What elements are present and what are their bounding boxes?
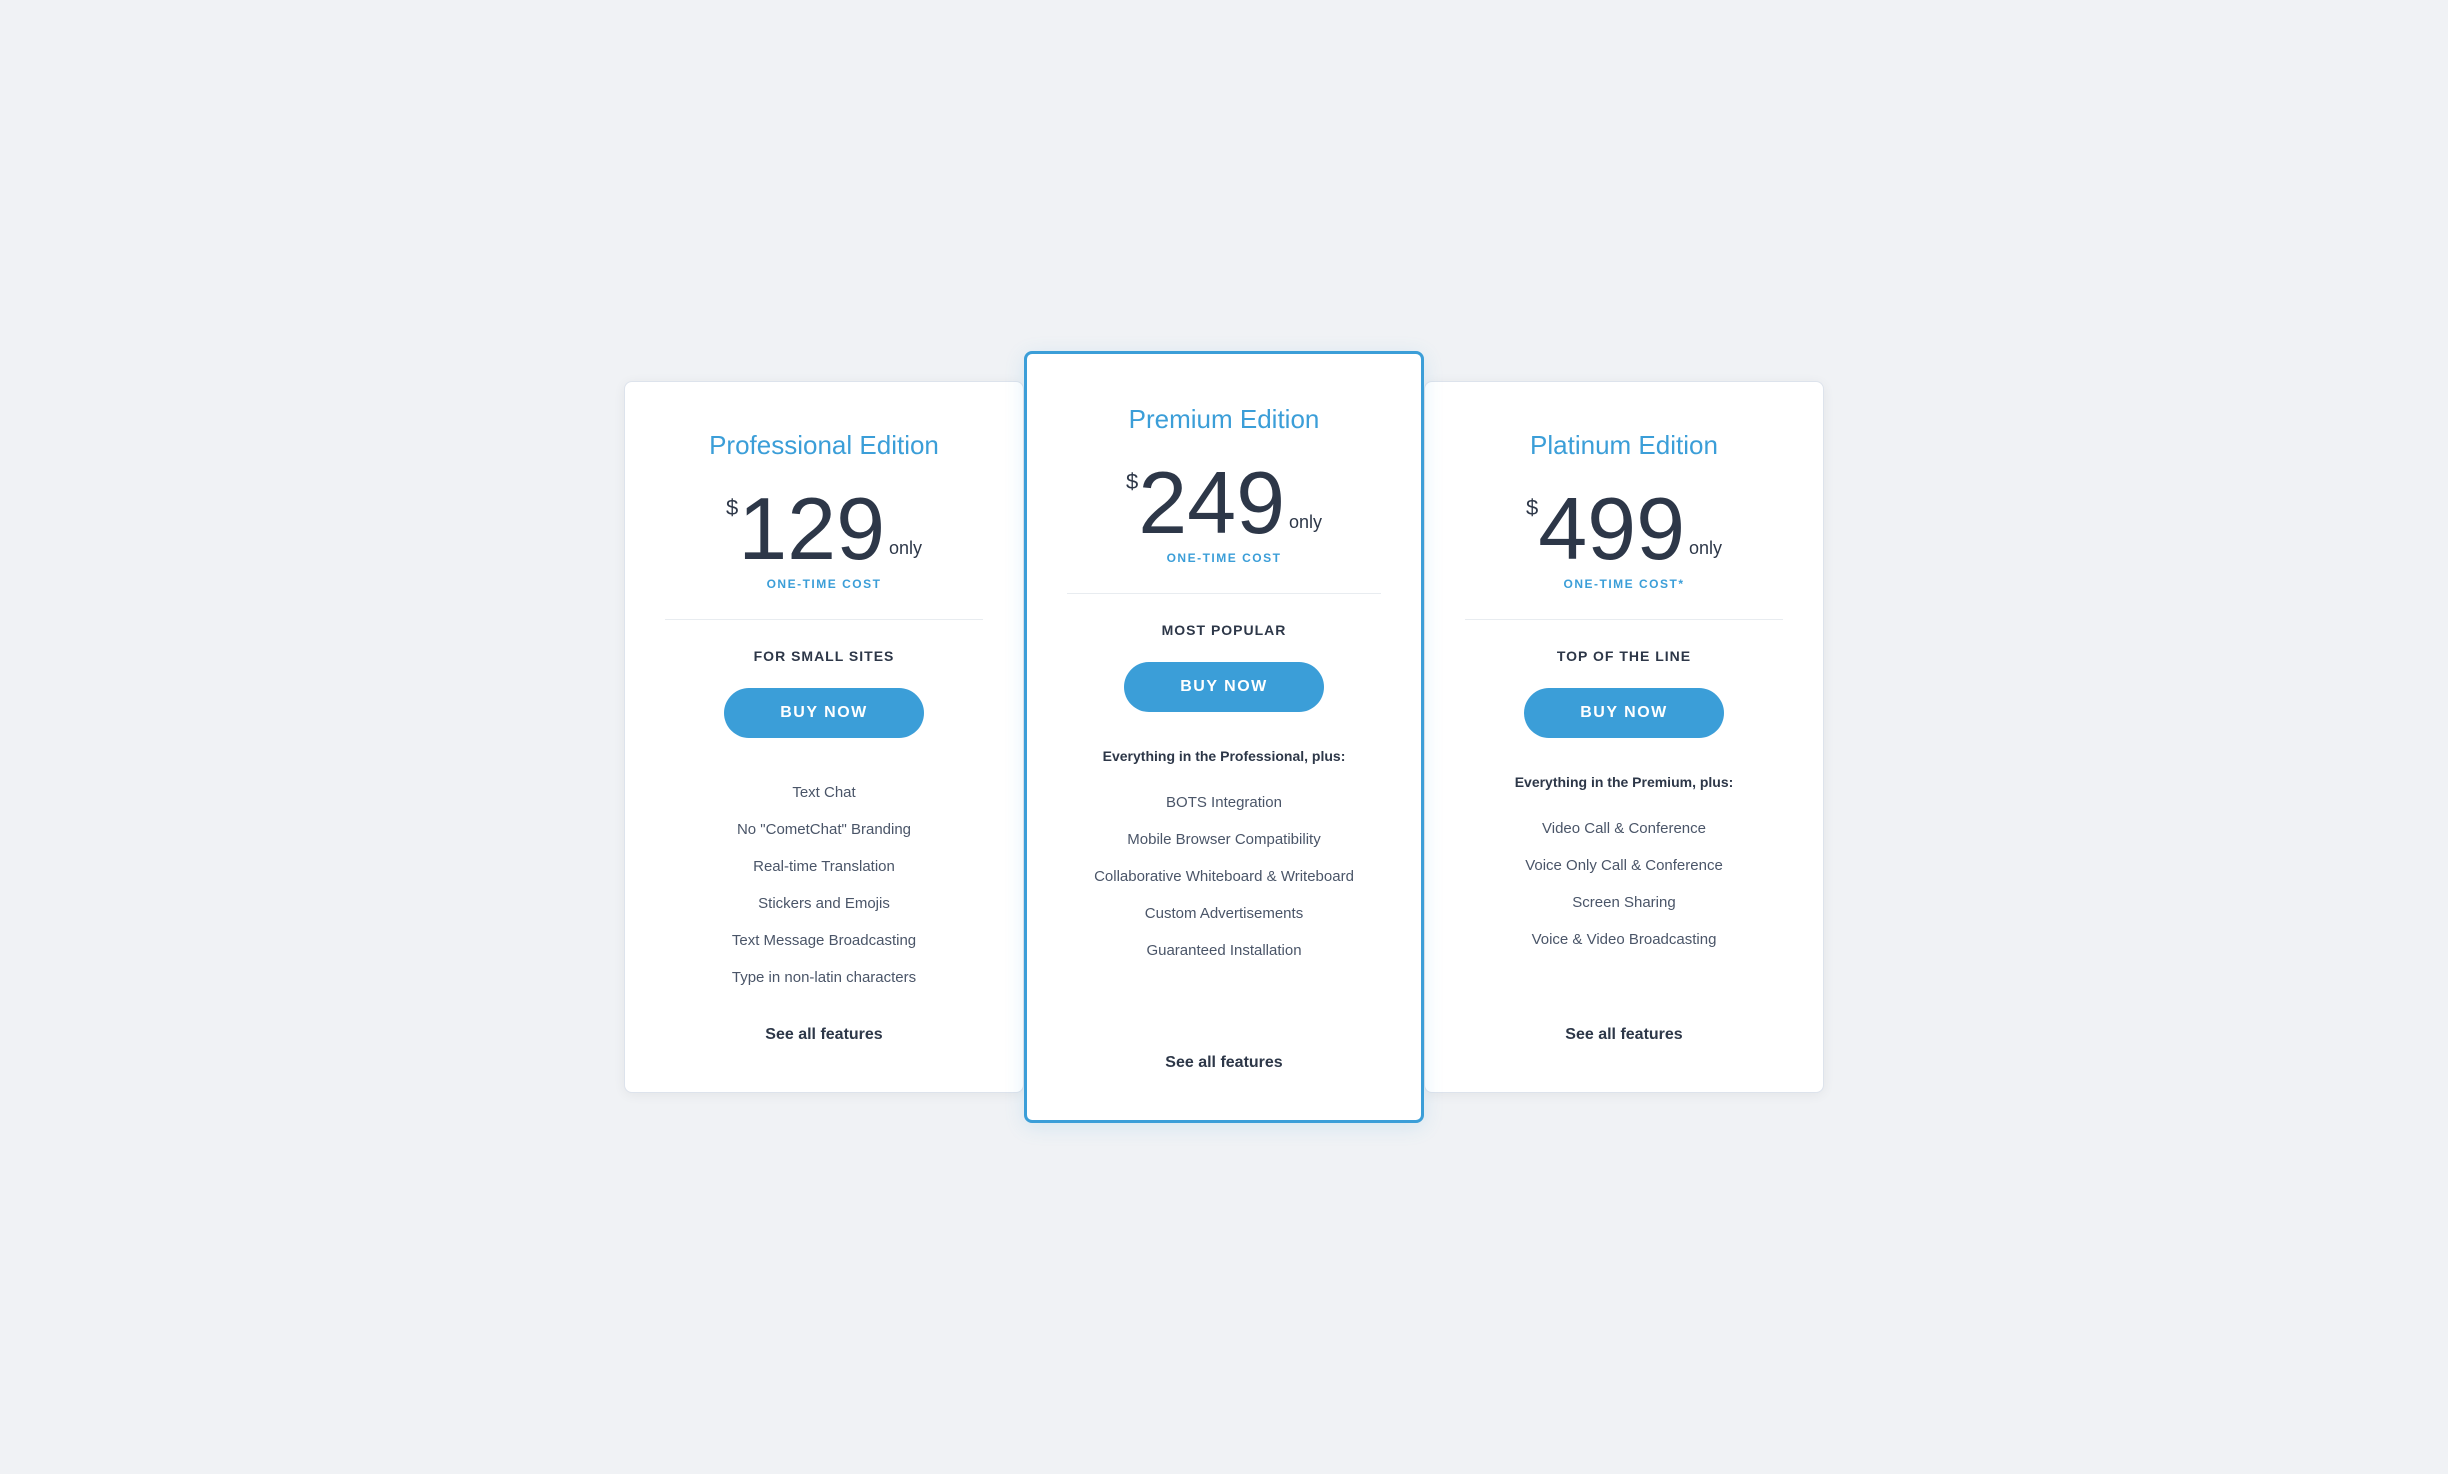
list-item: BOTS Integration (1067, 784, 1381, 821)
list-item: Screen Sharing (1465, 884, 1783, 921)
list-item: Custom Advertisements (1067, 895, 1381, 932)
one-time-professional: ONE-TIME COST (767, 577, 882, 591)
list-item: Voice Only Call & Conference (1465, 847, 1783, 884)
feature-list-platinum: Video Call & ConferenceVoice Only Call &… (1465, 810, 1783, 958)
plan-card-platinum: Platinum Edition $ 499 only ONE-TIME COS… (1424, 381, 1824, 1093)
list-item: Voice & Video Broadcasting (1465, 921, 1783, 958)
price-amount-professional: 129 (738, 485, 885, 573)
list-item: Collaborative Whiteboard & Writeboard (1067, 858, 1381, 895)
plan-subtitle-platinum: TOP OF THE LINE (1557, 648, 1691, 664)
price-amount-platinum: 499 (1538, 485, 1685, 573)
price-block-premium: $ 249 only (1126, 459, 1322, 547)
list-item: Guaranteed Installation (1067, 932, 1381, 969)
price-suffix-platinum: only (1689, 538, 1722, 559)
plan-subtitle-professional: FOR SMALL SITES (754, 648, 895, 664)
feature-list-premium: BOTS IntegrationMobile Browser Compatibi… (1067, 784, 1381, 969)
see-all-professional[interactable]: See all features (765, 1026, 882, 1044)
list-item: Video Call & Conference (1465, 810, 1783, 847)
price-block-platinum: $ 499 only (1526, 485, 1722, 573)
see-all-premium[interactable]: See all features (1165, 1054, 1282, 1072)
currency-platinum: $ (1526, 495, 1538, 521)
list-item: No "CometChat" Branding (665, 811, 983, 848)
pricing-wrapper: Professional Edition $ 129 only ONE-TIME… (574, 351, 1874, 1123)
divider-platinum (1465, 619, 1783, 620)
features-intro-platinum: Everything in the Premium, plus: (1515, 774, 1734, 790)
price-suffix-premium: only (1289, 512, 1322, 533)
list-item: Real-time Translation (665, 848, 983, 885)
plan-title-professional: Professional Edition (709, 430, 939, 461)
list-item: Type in non-latin characters (665, 959, 983, 996)
one-time-platinum: ONE-TIME COST* (1563, 577, 1684, 591)
price-block-professional: $ 129 only (726, 485, 922, 573)
one-time-premium: ONE-TIME COST (1167, 551, 1282, 565)
buy-button-professional[interactable]: BUY NOW (724, 688, 924, 738)
list-item: Mobile Browser Compatibility (1067, 821, 1381, 858)
plan-subtitle-premium: MOST POPULAR (1162, 622, 1287, 638)
plan-title-premium: Premium Edition (1129, 404, 1320, 435)
buy-button-platinum[interactable]: BUY NOW (1524, 688, 1724, 738)
plan-card-premium: Premium Edition $ 249 only ONE-TIME COST… (1024, 351, 1424, 1123)
currency-professional: $ (726, 495, 738, 521)
plan-card-professional: Professional Edition $ 129 only ONE-TIME… (624, 381, 1024, 1093)
price-suffix-professional: only (889, 538, 922, 559)
divider-professional (665, 619, 983, 620)
price-amount-premium: 249 (1138, 459, 1285, 547)
divider-premium (1067, 593, 1381, 594)
see-all-platinum[interactable]: See all features (1565, 1026, 1682, 1044)
plan-title-platinum: Platinum Edition (1530, 430, 1718, 461)
feature-list-professional: Text ChatNo "CometChat" BrandingReal-tim… (665, 774, 983, 996)
currency-premium: $ (1126, 469, 1138, 495)
list-item: Stickers and Emojis (665, 885, 983, 922)
list-item: Text Message Broadcasting (665, 922, 983, 959)
buy-button-premium[interactable]: BUY NOW (1124, 662, 1324, 712)
features-intro-premium: Everything in the Professional, plus: (1103, 748, 1346, 764)
list-item: Text Chat (665, 774, 983, 811)
